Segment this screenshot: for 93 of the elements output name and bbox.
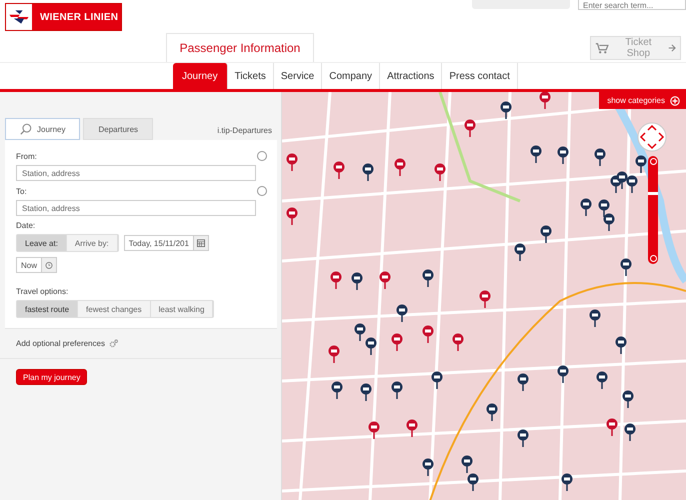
map-pin-icon[interactable]	[391, 381, 403, 399]
map-pin-icon[interactable]	[362, 163, 374, 181]
map-pin-icon[interactable]	[580, 198, 592, 216]
map-pin-icon[interactable]	[517, 373, 529, 391]
map-pin-icon[interactable]	[589, 309, 601, 327]
preferences-link[interactable]: Add optional preferences	[16, 339, 105, 348]
map-pin-icon[interactable]	[422, 325, 434, 343]
map-pin-icon[interactable]	[368, 421, 380, 439]
wiener-linien-logo[interactable]: WIENER LINIEN	[5, 3, 122, 31]
travel-option-toggle[interactable]: least walking	[150, 301, 214, 317]
field-label: Travel options:	[16, 287, 68, 296]
map-pin-icon[interactable]	[539, 92, 551, 109]
map-pin-icon[interactable]	[391, 333, 403, 351]
map-pin-icon[interactable]	[422, 269, 434, 287]
planner-tab[interactable]: Journey	[5, 118, 80, 140]
map-pin-icon[interactable]	[603, 213, 615, 231]
logo-text: WIENER LINIEN	[40, 12, 118, 22]
field-label: To:	[16, 186, 27, 196]
help-icon[interactable]	[257, 151, 267, 161]
travel-option-toggle[interactable]: fastest route	[17, 301, 78, 317]
map-pin-icon[interactable]	[461, 455, 473, 473]
map-pin-icon[interactable]	[479, 290, 491, 308]
map-pin-icon[interactable]	[406, 419, 418, 437]
map-pin-icon[interactable]	[396, 304, 408, 322]
search-field[interactable]: Enter search term...	[578, 0, 686, 10]
map-pin-icon[interactable]	[594, 148, 606, 166]
zoom-in-icon[interactable]	[650, 158, 656, 165]
zoom-out-icon[interactable]	[650, 255, 656, 262]
time-mode-toggle[interactable]: Arrive by:	[66, 235, 118, 251]
map-pin-icon[interactable]	[422, 458, 434, 476]
map-pin-icon[interactable]	[530, 145, 542, 163]
map-pin-icon[interactable]	[394, 158, 406, 176]
map-pin-icon[interactable]	[540, 225, 552, 243]
map-pin-icon[interactable]	[365, 337, 377, 355]
travel-option-toggle[interactable]: fewest changes	[78, 301, 151, 317]
map-pin-icon[interactable]	[467, 473, 479, 491]
map-pin-icon[interactable]	[379, 271, 391, 289]
to-field[interactable]: Station, address	[16, 200, 256, 216]
time-mode-toggle[interactable]: Leave at:	[17, 235, 67, 251]
map-pin-icon[interactable]	[328, 345, 340, 363]
field-label: Date:	[16, 221, 36, 230]
map-pin-icon[interactable]	[330, 271, 342, 289]
map-pin-icon[interactable]	[598, 199, 610, 217]
planner-tab[interactable]: Departures	[83, 118, 154, 140]
map-pin-icon[interactable]	[434, 163, 446, 181]
map-pin-icon[interactable]	[286, 207, 298, 225]
map-pin-icon[interactable]	[331, 381, 343, 399]
gear-icon	[108, 339, 118, 348]
map-pin-icon[interactable]	[514, 243, 526, 261]
map-pin-icon[interactable]	[615, 336, 627, 354]
map-pin-icon[interactable]	[286, 153, 298, 171]
map-pin-icon[interactable]	[360, 383, 372, 401]
field-label: From:	[16, 152, 37, 160]
map-pin-icon[interactable]	[616, 171, 628, 189]
logo-icon	[6, 4, 32, 30]
map-pin-icon[interactable]	[620, 258, 632, 276]
arrow-right-icon	[668, 44, 676, 52]
map-pin-icon[interactable]	[626, 175, 638, 193]
map-pin-icon[interactable]	[354, 323, 366, 341]
from-field[interactable]: Station, address	[16, 165, 256, 181]
map-pin-icon[interactable]	[596, 371, 608, 389]
map-pin-icon[interactable]	[561, 473, 573, 491]
time-field[interactable]: Now	[16, 257, 58, 273]
alarm-clock-icon	[45, 261, 54, 269]
map-pin-icon[interactable]	[606, 418, 618, 436]
calendar-icon	[196, 239, 205, 247]
nav-tab[interactable]: Journey	[173, 63, 228, 89]
zoom-slider-thumb[interactable]	[648, 192, 658, 196]
map-pin-icon[interactable]	[517, 429, 529, 447]
map-pin-icon[interactable]	[557, 365, 569, 383]
cart-icon	[595, 42, 609, 54]
section-tab[interactable]: Passenger Information	[166, 33, 314, 62]
map-pin-icon[interactable]	[464, 119, 476, 137]
map-pin-icon[interactable]	[431, 371, 443, 389]
help-icon[interactable]	[257, 186, 267, 196]
plan-journey-button[interactable]: Plan my journey	[16, 369, 88, 385]
map-pin-icon[interactable]	[624, 423, 636, 441]
map-pin-icon[interactable]	[351, 272, 363, 290]
map-pin-icon[interactable]	[486, 403, 498, 421]
map-pin-icon[interactable]	[622, 390, 634, 408]
date-field[interactable]: Today, 15/11/201	[124, 235, 209, 251]
map-placeholder[interactable]: show categories	[282, 92, 686, 500]
tip-link[interactable]: i.tip-Departures	[217, 126, 272, 135]
zoom-slider[interactable]	[648, 156, 658, 264]
pan-control-icon[interactable]	[637, 122, 667, 152]
show-categories-button[interactable]: show categories	[599, 92, 686, 109]
map-pin-icon[interactable]	[452, 333, 464, 351]
map-pin-icon[interactable]	[557, 146, 569, 164]
map-pin-icon[interactable]	[500, 101, 512, 119]
plus-icon	[670, 96, 680, 106]
map-pin-icon[interactable]	[333, 161, 345, 179]
map-pin-icon[interactable]	[635, 155, 647, 173]
search-icon	[20, 123, 32, 135]
